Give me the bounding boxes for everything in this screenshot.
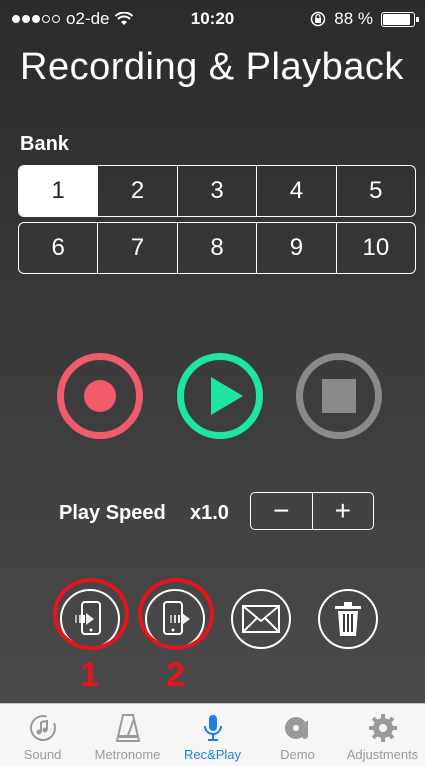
play-button[interactable] [177, 353, 263, 439]
play-icon [211, 377, 243, 415]
delete-button[interactable] [318, 589, 378, 649]
record-button[interactable] [57, 353, 143, 439]
annotation-number-1: 1 [80, 656, 99, 694]
bank-row-1: 1 2 3 4 5 [18, 165, 416, 217]
page-title: Recording & Playback [20, 46, 404, 88]
bank-row-2: 6 7 8 9 10 [18, 222, 416, 274]
battery-icon [381, 11, 419, 27]
record-icon [84, 380, 116, 412]
tab-sound[interactable]: Sound [0, 704, 85, 766]
bank-button-5[interactable]: 5 [337, 166, 415, 216]
speed-increase-button[interactable]: + [313, 493, 374, 529]
tab-label: Sound [23, 747, 62, 762]
stop-icon [322, 379, 356, 413]
tab-label: Metronome [94, 747, 161, 762]
bank-button-1[interactable]: 1 [19, 166, 99, 216]
tab-metronome[interactable]: Metronome [85, 704, 170, 766]
tab-rec-play[interactable]: Rec&Play [170, 704, 255, 766]
bank-button-6[interactable]: 6 [19, 223, 99, 273]
bank-label: Bank [20, 133, 69, 155]
status-bar: o2-de 10:20 88 % [0, 0, 425, 40]
microphone-icon [196, 711, 230, 745]
tab-demo[interactable]: Demo [255, 704, 340, 766]
bank-button-2[interactable]: 2 [98, 166, 178, 216]
annotation-circle-1 [53, 578, 129, 650]
bank-button-8[interactable]: 8 [178, 223, 258, 273]
metronome-icon [111, 711, 145, 745]
speed-decrease-button[interactable]: − [251, 493, 313, 529]
envelope-icon [242, 605, 280, 633]
annotation-number-2: 2 [166, 656, 185, 694]
tab-label: Adjustments [346, 747, 419, 762]
bank-button-3[interactable]: 3 [178, 166, 258, 216]
tab-label: Demo [280, 747, 315, 762]
email-button[interactable] [231, 589, 291, 649]
bank-button-7[interactable]: 7 [98, 223, 178, 273]
battery-percent: 88 % [334, 9, 373, 28]
gear-icon [366, 711, 400, 745]
sound-icon [26, 711, 60, 745]
trash-icon [335, 602, 361, 636]
play-speed-value: x1.0 [190, 502, 229, 524]
play-speed-label: Play Speed [59, 502, 166, 524]
battery-area: 88 % [310, 9, 419, 29]
tab-adjustments[interactable]: Adjustments [340, 704, 425, 766]
annotation-circle-2 [138, 578, 214, 650]
play-speed-stepper: − + [250, 492, 374, 530]
bank-button-9[interactable]: 9 [257, 223, 337, 273]
stop-button[interactable] [296, 353, 382, 439]
bank-button-10[interactable]: 10 [337, 223, 415, 273]
rotation-lock-icon [311, 11, 326, 27]
demo-disc-icon [281, 711, 315, 745]
tab-bar: Sound Metronome Rec&Play Demo Adjustment… [0, 703, 425, 766]
tab-label: Rec&Play [183, 747, 242, 762]
bank-button-4[interactable]: 4 [257, 166, 337, 216]
